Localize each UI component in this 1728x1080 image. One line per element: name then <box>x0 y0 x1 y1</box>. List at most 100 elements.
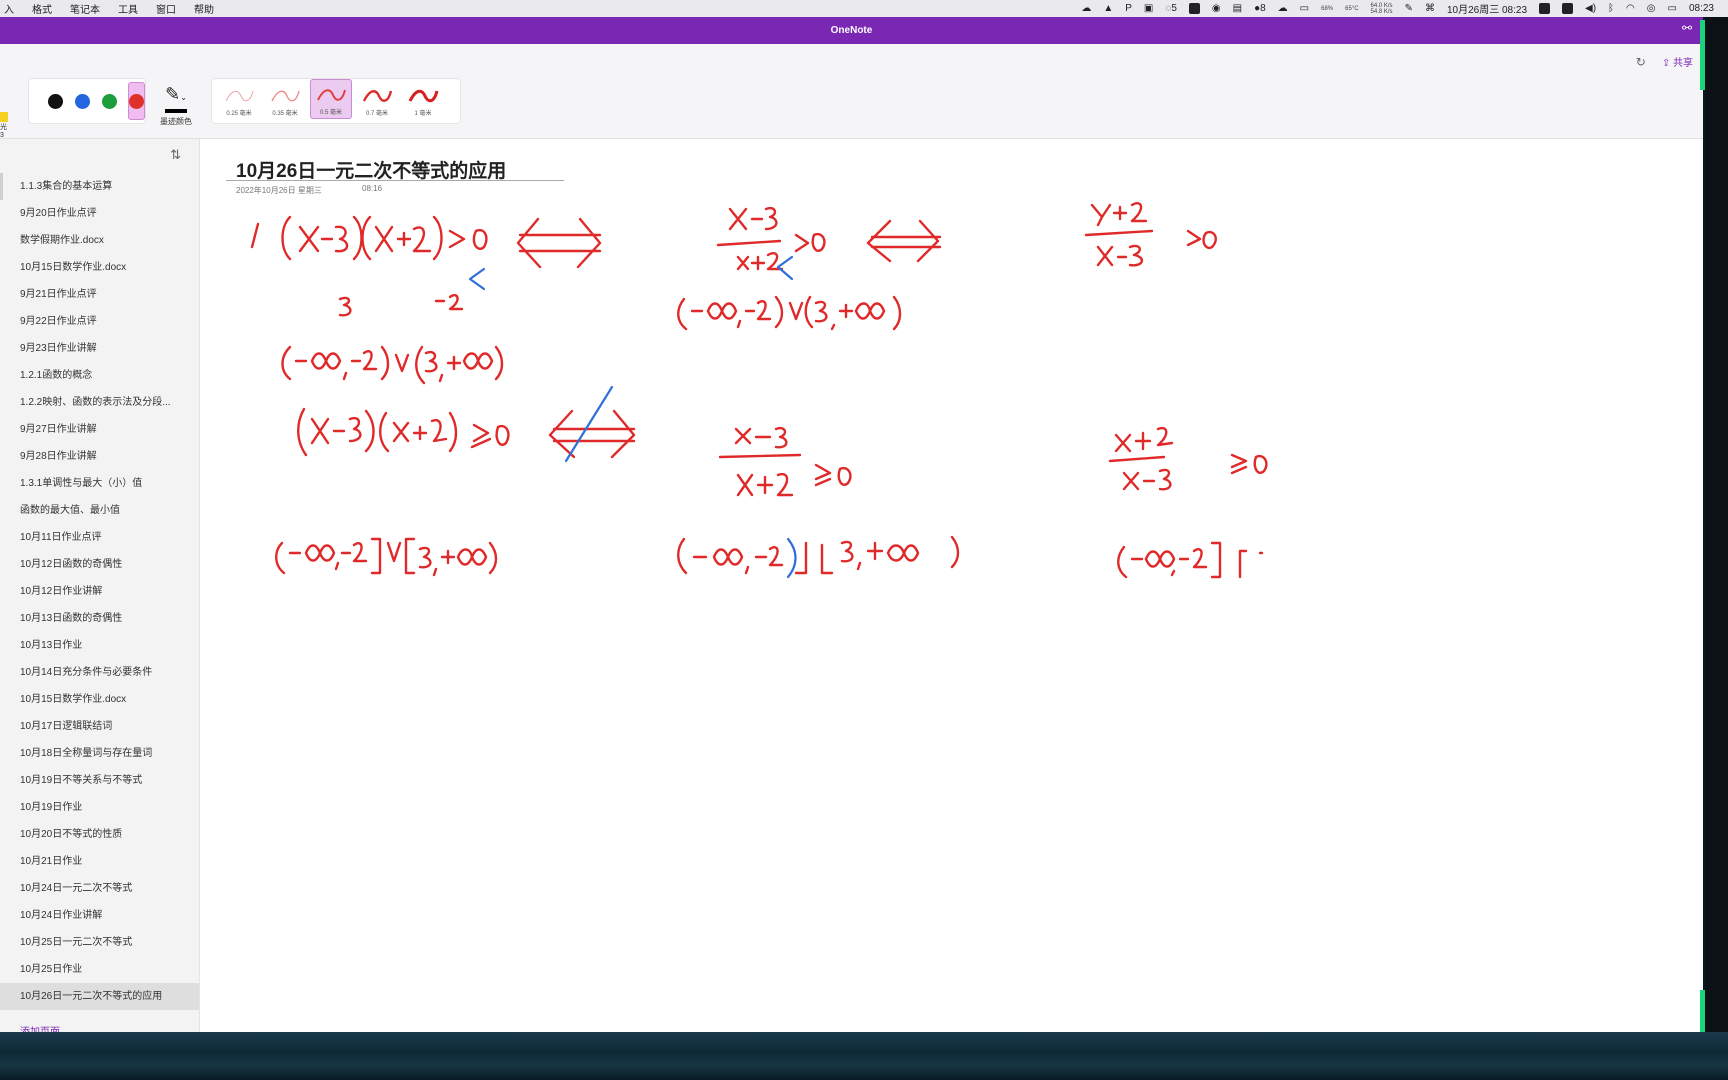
page-item[interactable]: 1.2.2映射、函数的表示法及分段... <box>0 389 199 416</box>
clipboard-icon[interactable]: ▣ <box>1144 3 1153 14</box>
page-item[interactable]: 9月20日作业点评 <box>0 200 199 227</box>
title-bar: OneNote ⚯ <box>0 17 1703 44</box>
pen-icon[interactable]: ✎ <box>1405 3 1413 14</box>
page-item-active[interactable]: 10月26日一元二次不等式的应用 <box>0 983 199 1010</box>
page-item[interactable]: 10月12日函数的奇偶性 <box>0 551 199 578</box>
page-item[interactable]: 10月12日作业讲解 <box>0 578 199 605</box>
bookmark-icon[interactable]: ⌘ <box>1425 3 1435 14</box>
width-option-2[interactable]: 0.35 毫米 <box>264 79 306 119</box>
ink-blue-strike <box>564 385 614 463</box>
stroke-sample-icon <box>271 90 300 102</box>
cloud-sync-icon[interactable]: ☁ <box>1278 3 1288 14</box>
page-item[interactable]: 10月19日不等关系与不等式 <box>0 767 199 794</box>
sync-icon[interactable]: ↻ <box>1636 55 1646 69</box>
page-item[interactable]: 10月21日作业 <box>0 848 199 875</box>
stroke-width-group: 0.25 毫米 0.35 毫米 0.5 毫米 0.7 毫米 1 毫米 <box>211 78 461 124</box>
page-item[interactable]: 9月21日作业点评 <box>0 281 199 308</box>
ink-solution-row2-mid <box>677 535 960 575</box>
page-item[interactable]: 数学假期作业.docx <box>0 227 199 254</box>
page-item[interactable]: 10月25日一元二次不等式 <box>0 929 199 956</box>
page-item[interactable]: 10月15日数学作业.docx <box>0 254 199 281</box>
page-item[interactable]: 10月17日逻辑联结词 <box>0 713 199 740</box>
temp-stat: 65°C <box>1345 5 1359 12</box>
screen-edge <box>1705 17 1728 1080</box>
page-item[interactable]: 10月25日作业 <box>0 956 199 983</box>
screen-icon[interactable]: ▤ <box>1233 3 1242 14</box>
app-menu: 入 格式 笔记本 工具 窗口 帮助 <box>4 1 214 16</box>
highlighter-icon <box>0 112 8 122</box>
bluetooth-icon[interactable]: ᛒ <box>1608 3 1614 14</box>
ink-rhs-row2 <box>1108 426 1268 491</box>
width-option-3[interactable]: 0.5 毫米 <box>310 79 352 119</box>
window-icon[interactable]: ▭ <box>1300 3 1309 14</box>
ink-color-bar <box>165 109 187 113</box>
page-item[interactable]: 10月19日作业 <box>0 794 199 821</box>
width-option-4[interactable]: 0.7 毫米 <box>356 79 398 119</box>
control-icon[interactable] <box>1539 3 1551 14</box>
page-item[interactable]: 10月24日一元二次不等式 <box>0 875 199 902</box>
page-item[interactable]: 9月22日作业点评 <box>0 308 199 335</box>
battery-icon[interactable]: ▭ <box>1668 3 1677 14</box>
share-button[interactable]: ⇪ 共享 <box>1662 54 1693 69</box>
page-item[interactable]: 9月23日作业讲解 <box>0 335 199 362</box>
ink-root-three <box>338 296 352 317</box>
ink-blue-less-than-2 <box>776 255 794 281</box>
cloud-icon[interactable]: ☁ <box>1081 3 1091 14</box>
desktop-wallpaper <box>0 1032 1728 1080</box>
width-option-1[interactable]: 0.25 毫米 <box>218 79 260 119</box>
page-item[interactable]: 10月24日作业讲解 <box>0 902 199 929</box>
menu-notebook[interactable]: 笔记本 <box>70 1 100 16</box>
clock[interactable]: 08:23 <box>1689 3 1714 14</box>
note-canvas[interactable]: 10月26日一元二次不等式的应用 2022年10月26日 星期三 08:16 <box>200 139 1703 1032</box>
draw-toolbar: ↻ ⇪ 共享 光 3 ✎⌄ 墨迹颜色 0.25 毫米 0.35 毫米 0.5 毫… <box>0 44 1703 139</box>
page-item[interactable]: 10月11日作业点评 <box>0 524 199 551</box>
user-icon[interactable]: ◎ <box>1647 3 1656 14</box>
qq-icon[interactable]: ● 8 <box>1254 3 1266 14</box>
app-icon[interactable] <box>1188 3 1200 14</box>
pen-icon: ✎⌄ <box>165 84 187 104</box>
page-item[interactable]: 10月18日全称量词与存在量词 <box>0 740 199 767</box>
color-red[interactable] <box>127 82 146 120</box>
triangle-icon[interactable]: ▲ <box>1103 3 1113 14</box>
highlighter-tool[interactable]: 光 3 <box>0 112 8 140</box>
ink-color-button[interactable]: ✎⌄ 墨迹颜色 <box>156 84 196 126</box>
window-title: OneNote <box>830 25 873 36</box>
page-item[interactable]: 函数的最大值、最小值 <box>0 497 199 524</box>
width-option-5[interactable]: 1 毫米 <box>402 79 444 119</box>
wechat-icon[interactable]: ◉ <box>1212 3 1221 14</box>
menu-help[interactable]: 帮助 <box>194 1 214 16</box>
color-swatch <box>128 93 144 109</box>
page-item[interactable]: 10月14日充分条件与必要条件 <box>0 659 199 686</box>
volume-icon[interactable]: ◀) <box>1585 3 1596 14</box>
notification-icon[interactable]: ◌ 5 <box>1165 3 1177 14</box>
toolbar-actions: ↻ ⇪ 共享 <box>1636 54 1693 70</box>
ink-lhs-row2 <box>297 407 510 457</box>
page-item[interactable]: 10月15日数学作业.docx <box>0 686 199 713</box>
page-item[interactable]: 10月13日函数的奇偶性 <box>0 605 199 632</box>
status-area: ☁ ▲ P ▣ ◌ 5 ◉ ▤ ● 8 ☁ ▭ 68% 65°C 64.0 K/s 5… <box>1081 0 1714 17</box>
page-item[interactable]: 1.1.3集合的基本运算 <box>0 173 199 200</box>
menu-window[interactable]: 窗口 <box>156 1 176 16</box>
color-blue[interactable] <box>74 82 91 120</box>
keyboard-icon[interactable] <box>1562 3 1574 14</box>
color-black[interactable] <box>47 82 64 120</box>
page-item[interactable]: 9月28日作业讲解 <box>0 443 199 470</box>
width-label: 0.25 毫米 <box>226 111 252 117</box>
wifi-icon[interactable]: ◠ <box>1626 3 1635 14</box>
menu-format[interactable]: 格式 <box>32 1 52 16</box>
page-item[interactable]: 10月20日不等式的性质 <box>0 821 199 848</box>
sort-icon[interactable]: ⇅ <box>170 147 181 163</box>
page-item[interactable]: 10月13日作业 <box>0 632 199 659</box>
link-icon[interactable]: ⚯ <box>1681 22 1693 34</box>
p-icon[interactable]: P <box>1125 3 1132 14</box>
ink-blue-less-than-1 <box>468 267 486 291</box>
menu-item[interactable]: 入 <box>4 1 14 16</box>
qq-count: 8 <box>1260 3 1266 14</box>
page-item[interactable]: 1.2.1函数的概念 <box>0 362 199 389</box>
page-item[interactable]: 9月27日作业讲解 <box>0 416 199 443</box>
menu-tools[interactable]: 工具 <box>118 1 138 16</box>
datetime[interactable]: 10月26周三 08:23 <box>1447 1 1527 16</box>
color-green[interactable] <box>101 82 118 120</box>
page-item[interactable]: 1.3.1单调性与最大（小）值 <box>0 470 199 497</box>
ink-color-label: 墨迹颜色 <box>160 117 192 126</box>
